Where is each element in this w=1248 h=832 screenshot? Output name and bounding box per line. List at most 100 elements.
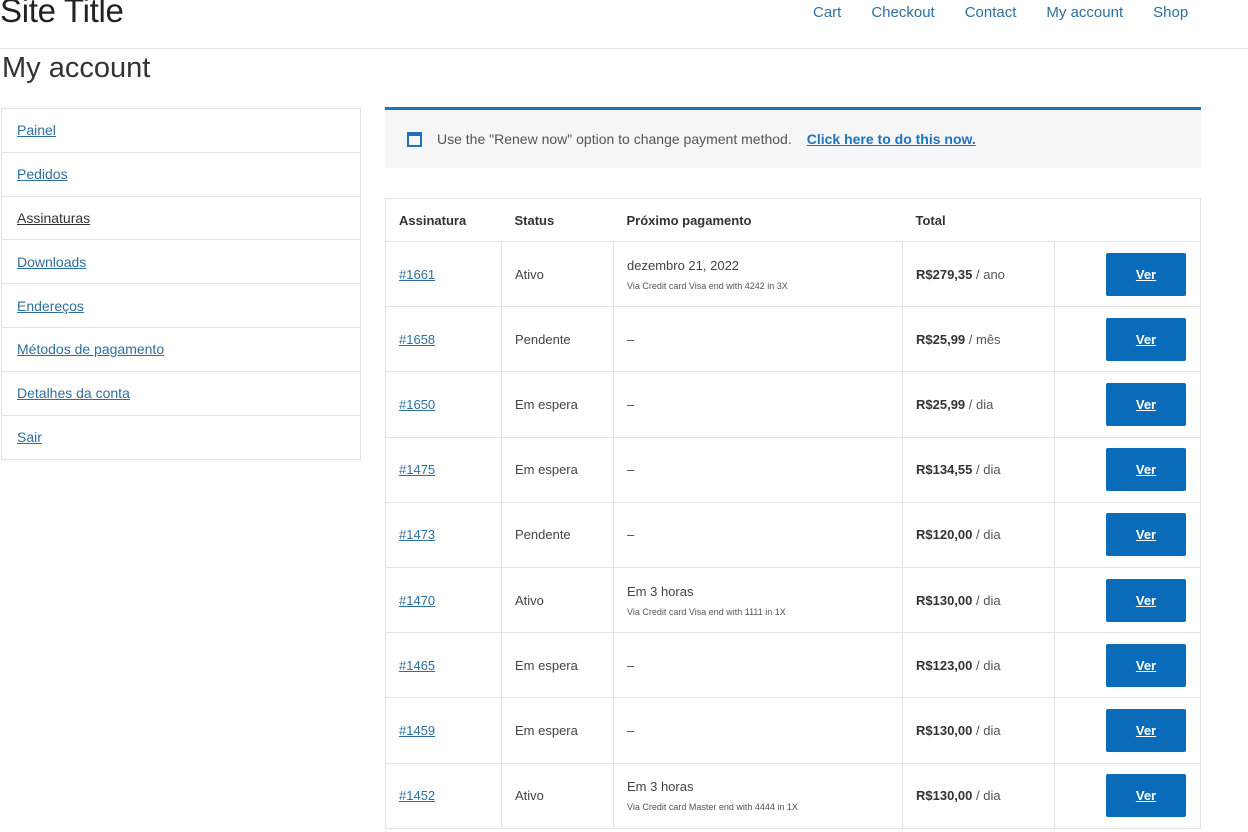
next-payment-cell: – [613,632,903,699]
view-button[interactable]: Ver [1106,317,1186,361]
status-cell: Em espera [501,697,614,764]
next-payment-date: dezembro 21, 2022 [627,257,740,273]
account-nav-item[interactable]: Detalhes da conta [2,372,360,416]
actions-cell: Ver [1054,306,1201,373]
table-row: #1658 Pendente – R$25,99 / mês Ver [385,306,1201,373]
subscription-cell: #1650 [385,371,502,438]
price: R$130,00 [916,788,973,804]
subscription-link[interactable]: #1473 [399,527,435,542]
account-nav-item[interactable]: Métodos de pagamento [2,328,360,372]
next-payment-date: – [627,527,635,543]
page-title: My account [2,52,151,84]
subscription-cell: #1459 [385,697,502,764]
subscription-link[interactable]: #1459 [399,723,435,738]
nav-shop[interactable]: Shop [1153,4,1188,21]
price: R$120,00 [916,527,973,543]
view-button[interactable]: Ver [1106,513,1186,557]
subscription-link[interactable]: #1658 [399,332,435,347]
table-row: #1459 Em espera – R$130,00 / dia Ver [385,697,1201,764]
table-header-row: Assinatura Status Próximo pagamento Tota… [385,198,1201,242]
account-nav-link[interactable]: Sair [17,429,42,445]
view-button[interactable]: Ver [1106,643,1186,687]
subscription-link[interactable]: #1452 [399,788,435,803]
view-button[interactable]: Ver [1106,774,1186,818]
account-nav-item[interactable]: Endereços [2,284,360,328]
actions-cell: Ver [1054,371,1201,438]
account-nav-item[interactable]: Sair [2,416,360,460]
next-payment-cell: – [613,437,903,503]
actions-cell: Ver [1054,437,1201,503]
status-cell: Ativo [501,567,614,634]
table-row: #1650 Em espera – R$25,99 / dia Ver [385,371,1201,438]
view-button[interactable]: Ver [1106,708,1186,752]
price: R$25,99 [916,331,966,347]
site-title[interactable]: Site Title [0,0,124,30]
col-next-payment: Próximo pagamento [613,198,903,242]
subscriptions-table: Assinatura Status Próximo pagamento Tota… [385,198,1201,829]
renew-link[interactable]: Click here to do this now. [807,131,976,147]
total-cell: R$130,00 / dia [902,763,1055,829]
nav-cart[interactable]: Cart [813,4,841,21]
billing-period: / dia [972,462,1001,478]
price: R$123,00 [916,657,973,673]
next-payment-date: – [627,331,635,347]
subscription-link[interactable]: #1465 [399,658,435,673]
subscription-link[interactable]: #1650 [399,397,435,412]
subscription-cell: #1452 [385,763,502,829]
next-payment-cell: dezembro 21, 2022 Via Credit card Visa en… [613,241,903,308]
next-payment-date: Em 3 horas [627,583,694,599]
account-nav-link[interactable]: Painel [17,122,56,138]
next-payment-date: – [627,657,635,673]
nav-my-account[interactable]: My account [1046,4,1123,21]
account-nav-link[interactable]: Assinaturas [17,210,90,226]
col-actions [1054,198,1201,242]
total-cell: R$130,00 / dia [902,567,1055,634]
account-nav-item[interactable]: Painel [2,109,360,153]
payment-method-note: Via Credit card Visa end with 1111 in 1X [627,606,786,617]
account-nav-link[interactable]: Endereços [17,298,84,314]
view-button[interactable]: Ver [1106,252,1186,296]
top-nav: Cart Checkout Contact My account Shop [813,4,1218,21]
price: R$134,55 [916,462,973,478]
account-nav-link[interactable]: Downloads [17,254,86,270]
payment-method-note: Via Credit card Master end with 4444 in … [627,802,798,813]
notice-message: Use the "Renew now" option to change pay… [437,131,792,147]
next-payment-date: – [627,722,635,738]
col-status: Status [501,198,614,242]
actions-cell: Ver [1054,697,1201,764]
subscription-cell: #1475 [385,437,502,503]
status-cell: Ativo [501,241,614,308]
account-nav-item[interactable]: Pedidos [2,153,360,197]
account-nav-item[interactable]: Assinaturas [2,197,360,241]
billing-period: / dia [972,527,1001,543]
notice-banner: Use the "Renew now" option to change pay… [385,107,1201,168]
price: R$25,99 [916,396,966,412]
table-row: #1452 Ativo Em 3 horas Via Credit card Mast… [385,763,1201,829]
subscription-link[interactable]: #1475 [399,462,435,477]
view-button[interactable]: Ver [1106,578,1186,622]
subscription-cell: #1470 [385,567,502,634]
price: R$279,35 [916,266,973,282]
account-nav-link[interactable]: Pedidos [17,166,68,182]
nav-contact[interactable]: Contact [965,4,1017,21]
actions-cell: Ver [1054,763,1201,829]
view-button[interactable]: Ver [1106,448,1186,492]
col-subscription: Assinatura [385,198,502,242]
account-nav-item[interactable]: Downloads [2,240,360,285]
next-payment-date: – [627,462,635,478]
billing-period: / dia [965,396,994,412]
actions-cell: Ver [1054,241,1201,308]
status-cell: Pendente [501,306,614,373]
site-header: Site Title Cart Checkout Contact My acco… [0,0,1248,49]
billing-period: / ano [972,266,1005,282]
next-payment-cell: – [613,371,903,438]
subscription-link[interactable]: #1661 [399,267,435,282]
account-nav-link[interactable]: Detalhes da conta [17,385,130,401]
account-nav-link[interactable]: Métodos de pagamento [17,341,164,357]
nav-checkout[interactable]: Checkout [871,4,934,21]
total-cell: R$25,99 / mês [902,306,1055,373]
view-button[interactable]: Ver [1106,382,1186,426]
next-payment-cell: Em 3 horas Via Credit card Master end wit… [613,763,903,829]
price: R$130,00 [916,722,973,738]
subscription-link[interactable]: #1470 [399,593,435,608]
